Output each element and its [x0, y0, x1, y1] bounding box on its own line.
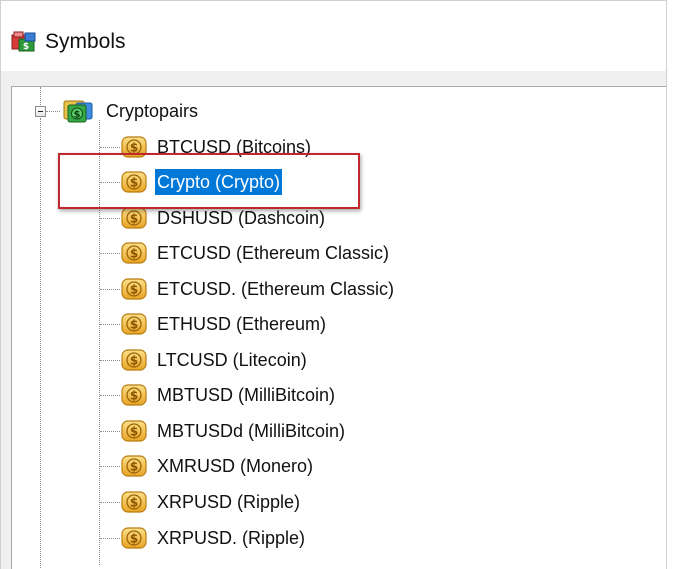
symbol-label: ETHUSD (Ethereum) [157, 314, 327, 334]
tree-node-symbol[interactable]: ETHUSD (Ethereum) [120, 311, 328, 337]
tree-node-label: Cryptopairs [106, 101, 199, 121]
symbols-tree[interactable]: $ Cryptopairs BTCUSD (Bitcoins) Crypto (… [11, 86, 666, 569]
dollar-coin-icon [120, 169, 148, 195]
dollar-coin-icon [120, 311, 148, 337]
window-title: Symbols [45, 30, 126, 53]
tree-connector-line [100, 395, 120, 396]
tree-node-symbol[interactable]: XRPUSD (Ripple) [120, 489, 302, 515]
tree-connector-line [100, 289, 120, 290]
tree-node-symbol[interactable]: LTCUSD (Litecoin) [120, 347, 309, 373]
tree-connector-line [100, 324, 120, 325]
tree-connector-line [100, 182, 120, 183]
dollar-coin-icon [120, 134, 148, 160]
symbols-folder-icon: $ [11, 29, 37, 53]
symbol-label: BTCUSD (Bitcoins) [157, 137, 312, 157]
dollar-coin-icon [120, 489, 148, 515]
tree-connector-line [100, 218, 120, 219]
collapse-toggle-icon[interactable] [35, 106, 46, 117]
tree-connector-line [100, 253, 120, 254]
tree-node-symbol[interactable]: MBTUSDd (MilliBitcoin) [120, 418, 347, 444]
tree-connector-line [40, 87, 41, 105]
dollar-coin-icon [120, 453, 148, 479]
tree-node-symbol[interactable]: MBTUSD (MilliBitcoin) [120, 382, 337, 408]
symbols-window: $ Symbols $ Cryptopairs BTCUSD (Bitcoins… [0, 0, 667, 569]
dollar-folder-icon: $ [62, 98, 96, 124]
dollar-coin-icon [120, 347, 148, 373]
symbol-label: DSHUSD (Dashcoin) [157, 208, 326, 228]
symbol-label: XRPUSD (Ripple) [157, 492, 301, 512]
tree-node-symbol[interactable]: DSHUSD (Dashcoin) [120, 205, 327, 231]
window-title-bar: $ Symbols [1, 1, 666, 71]
tree-connector-line [100, 502, 120, 503]
symbol-label: Crypto (Crypto) [155, 169, 283, 195]
symbol-label: ETCUSD. (Ethereum Classic) [157, 279, 395, 299]
tree-node-symbol[interactable]: ETCUSD (Ethereum Classic) [120, 240, 391, 266]
symbol-label: XRPUSD. (Ripple) [157, 528, 306, 548]
tree-connector-line [99, 120, 100, 565]
dollar-coin-icon [120, 205, 148, 231]
tree-node-symbol[interactable]: XMRUSD (Monero) [120, 453, 315, 479]
tree-node-symbol[interactable]: BTCUSD (Bitcoins) [120, 134, 313, 160]
dollar-coin-icon [120, 525, 148, 551]
svg-text:$: $ [23, 42, 29, 52]
symbol-label: ETCUSD (Ethereum Classic) [157, 243, 390, 263]
symbol-label: MBTUSDd (MilliBitcoin) [157, 421, 346, 441]
symbol-label: MBTUSD (MilliBitcoin) [157, 385, 336, 405]
dollar-coin-icon [120, 418, 148, 444]
tree-connector-line [100, 147, 120, 148]
tree-node-symbol[interactable]: ETCUSD. (Ethereum Classic) [120, 276, 396, 302]
dollar-coin-icon [120, 382, 148, 408]
tree-connector-line [100, 360, 120, 361]
tree-node-symbol-selected[interactable]: Crypto (Crypto) [120, 169, 283, 195]
dollar-coin-icon [120, 276, 148, 302]
tree-node-symbol[interactable]: XRPUSD. (Ripple) [120, 525, 307, 551]
dollar-coin-icon [120, 240, 148, 266]
tree-node-cryptopairs[interactable]: $ Cryptopairs [62, 98, 200, 124]
tree-connector-line [100, 431, 120, 432]
tree-connector-line [40, 118, 41, 569]
tree-connector-line [46, 111, 60, 112]
symbol-label: XMRUSD (Monero) [157, 456, 314, 476]
symbol-label: LTCUSD (Litecoin) [157, 350, 307, 370]
tree-connector-line [100, 466, 120, 467]
svg-text:$: $ [74, 110, 81, 121]
tree-connector-line [100, 538, 120, 539]
